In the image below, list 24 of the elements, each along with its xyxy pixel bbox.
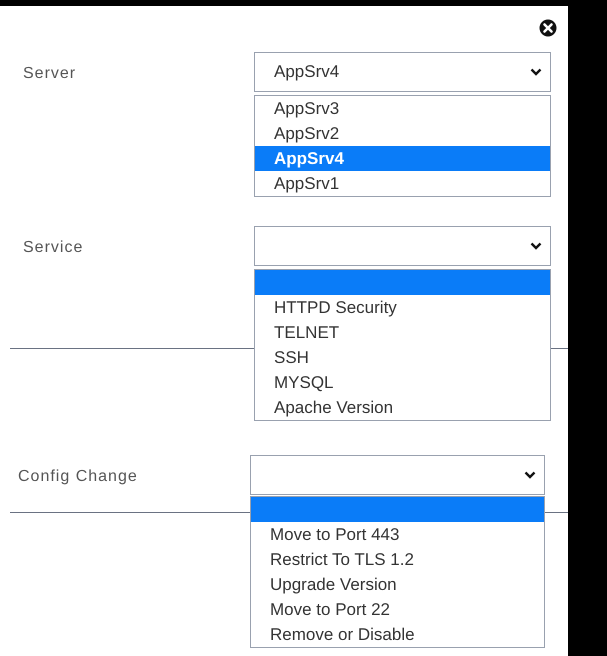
- field-label: Service: [23, 238, 84, 258]
- dropdown-option[interactable]: Restrict To TLS 1.2: [251, 547, 544, 572]
- dropdown-option[interactable]: AppSrv3: [255, 96, 550, 121]
- dropdown-option[interactable]: Apache Version: [255, 395, 550, 420]
- field-label: Server: [23, 64, 76, 84]
- dropdown-option[interactable]: Remove or Disable: [251, 622, 544, 647]
- select-field[interactable]: [250, 455, 545, 495]
- dropdown-option[interactable]: TELNET: [255, 320, 550, 345]
- close-icon[interactable]: [539, 19, 557, 37]
- dropdown-option[interactable]: MYSQL: [255, 370, 550, 395]
- select-field[interactable]: AppSrv4: [254, 52, 551, 92]
- field-label: Config Change: [18, 467, 138, 487]
- dropdown-option[interactable]: AppSrv4: [255, 146, 550, 171]
- chevron-down-icon: [530, 68, 542, 76]
- dropdown-option[interactable]: Upgrade Version: [251, 572, 544, 597]
- chevron-down-icon: [524, 471, 536, 479]
- dropdown-option[interactable]: Move to Port 443: [251, 522, 544, 547]
- dropdown-option[interactable]: AppSrv1: [255, 171, 550, 196]
- dropdown-option[interactable]: Move to Port 22: [251, 597, 544, 622]
- dropdown-option[interactable]: HTTPD Security: [255, 295, 550, 320]
- chevron-down-icon: [530, 242, 542, 250]
- dropdown-option[interactable]: SSH: [255, 345, 550, 370]
- dropdown-option[interactable]: AppSrv2: [255, 121, 550, 146]
- select-field[interactable]: [254, 226, 551, 266]
